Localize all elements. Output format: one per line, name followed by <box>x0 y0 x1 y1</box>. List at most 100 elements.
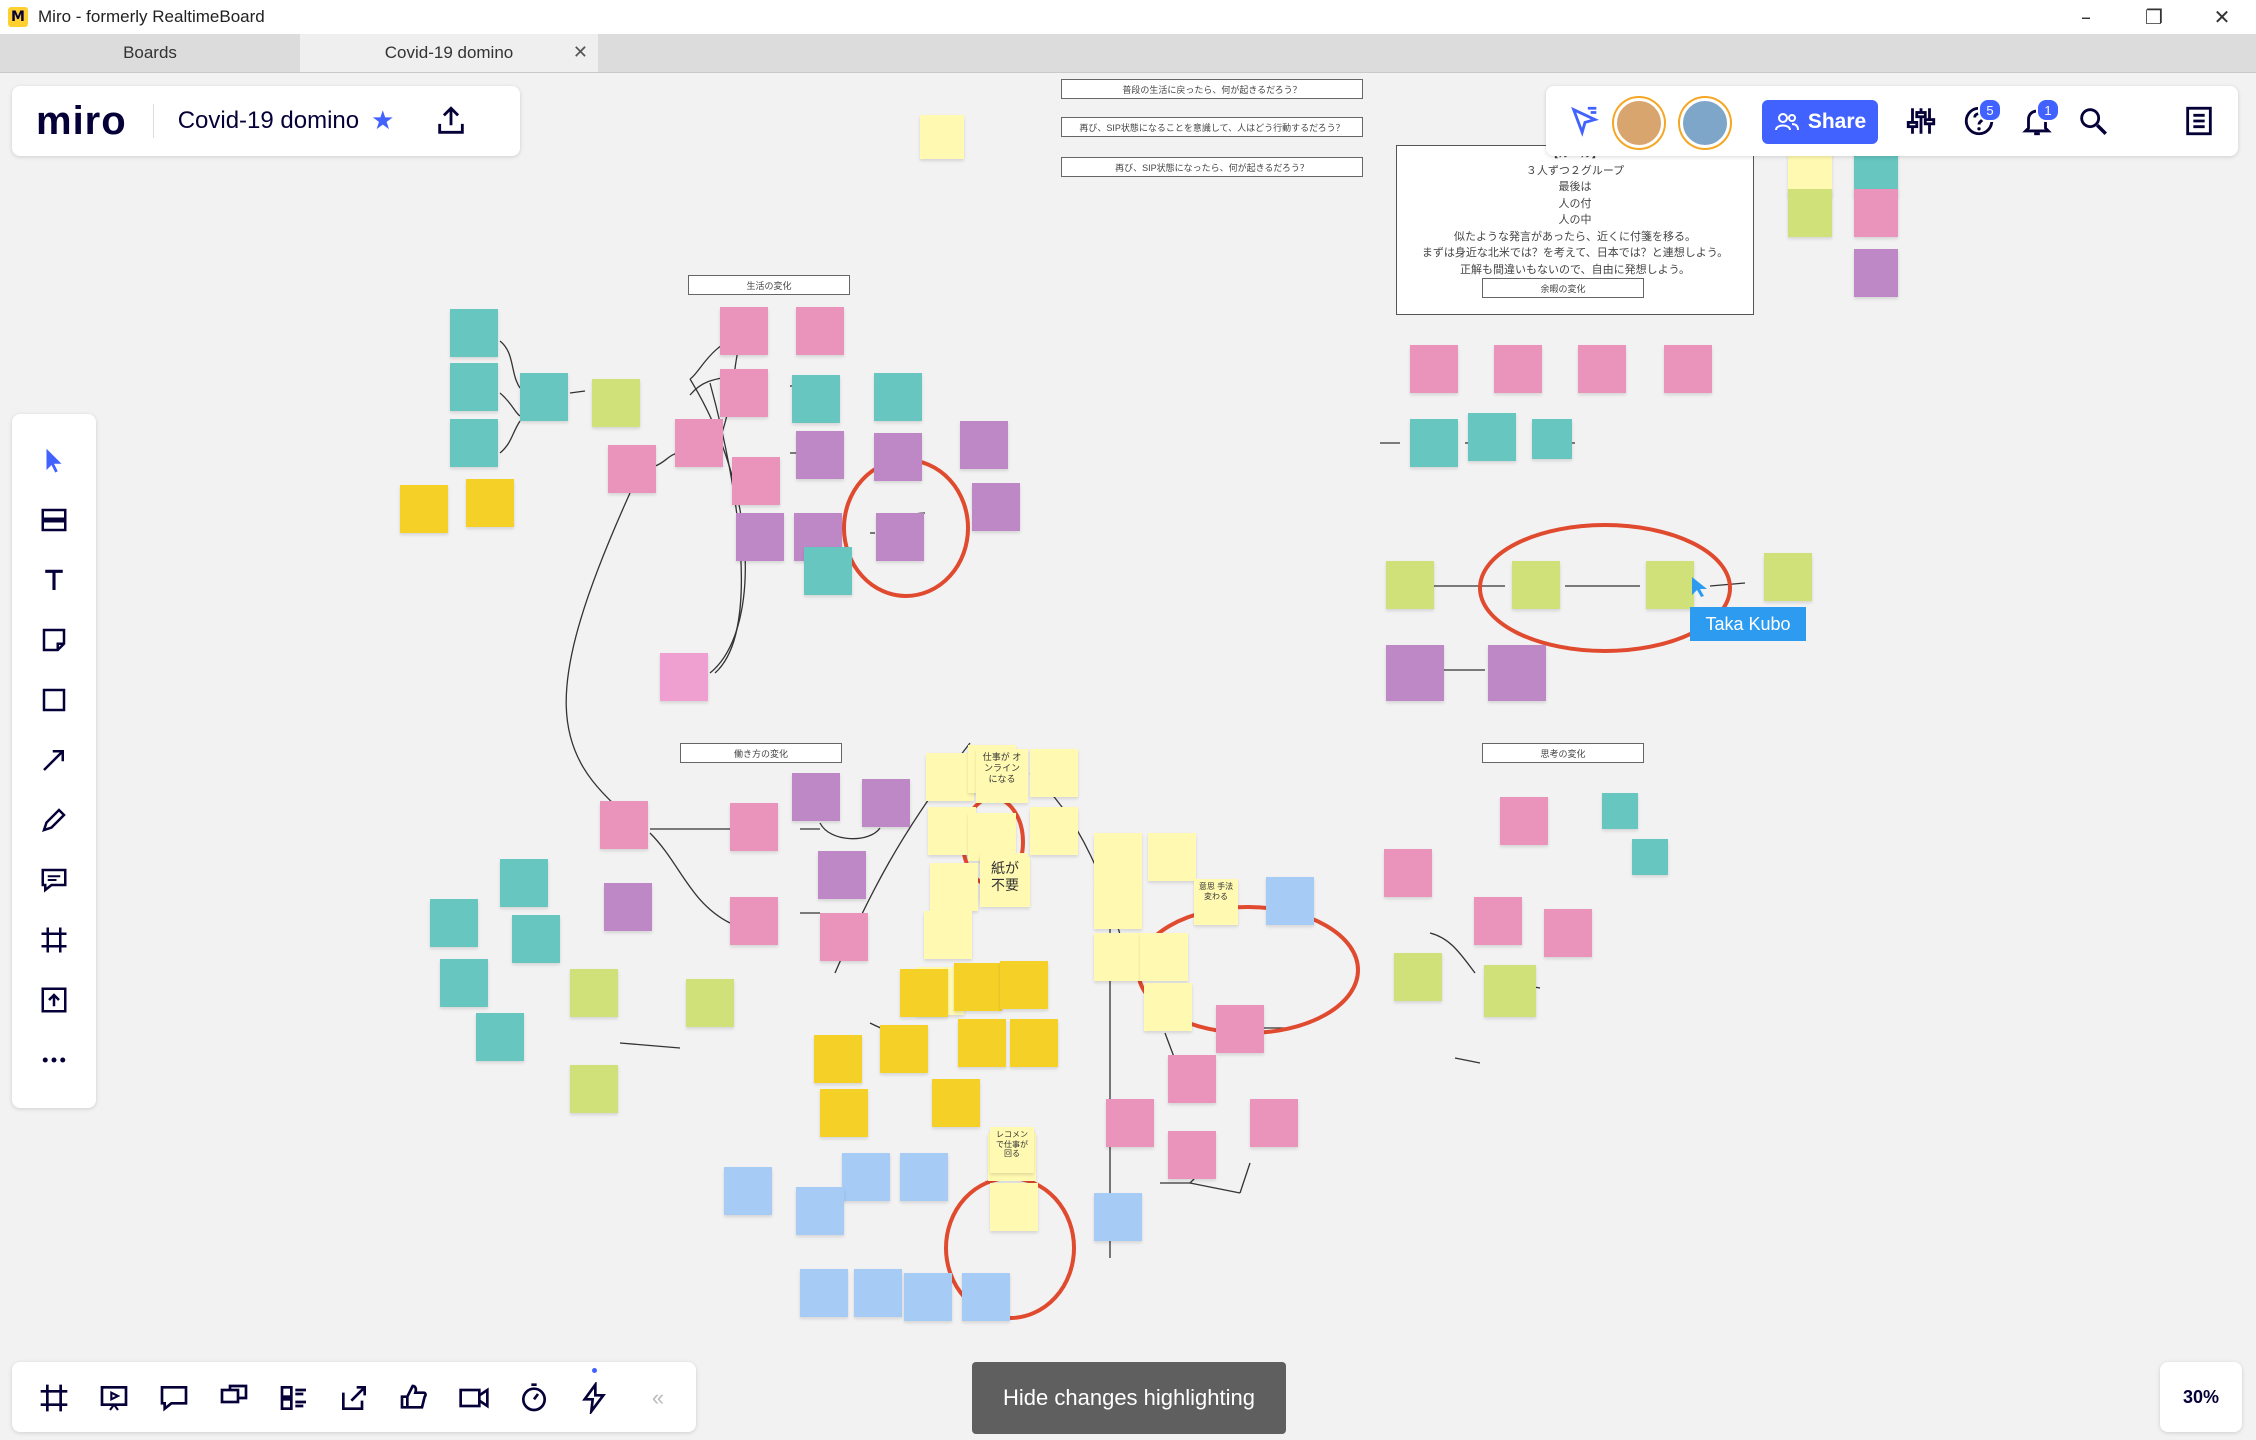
sticky-note[interactable] <box>900 969 948 1017</box>
sticky-note[interactable] <box>842 1153 890 1201</box>
voting-button[interactable] <box>396 1380 432 1416</box>
sticky-note[interactable] <box>958 1019 1006 1067</box>
shape-tool[interactable] <box>32 678 76 722</box>
sticky-note[interactable] <box>1484 965 1536 1017</box>
help-button[interactable]: 5 <box>1962 98 2002 138</box>
sticky-note-tool[interactable] <box>32 618 76 662</box>
sticky-note[interactable] <box>1266 877 1314 925</box>
sticky-note[interactable] <box>1410 345 1458 393</box>
top-label-3[interactable]: 再び、SIP状態になったら、何が起きるだろう？ <box>1061 157 1363 177</box>
sticky-note[interactable] <box>792 375 840 423</box>
sticky-note[interactable] <box>724 1167 772 1215</box>
sticky-note[interactable] <box>1106 1099 1154 1147</box>
sticky-note[interactable] <box>900 1153 948 1201</box>
video-call-button[interactable] <box>456 1380 492 1416</box>
sticky-note[interactable] <box>1168 1131 1216 1179</box>
sticky-note[interactable] <box>686 979 734 1027</box>
sticky-note[interactable] <box>450 363 498 411</box>
sticky-note[interactable] <box>1532 419 1572 459</box>
settings-sliders-icon[interactable] <box>1904 104 1938 138</box>
text-tool[interactable] <box>32 558 76 602</box>
sticky-note[interactable] <box>430 899 478 947</box>
sticky-note[interactable] <box>500 859 548 907</box>
sticky-note[interactable] <box>854 1269 902 1317</box>
more-tools[interactable] <box>32 1038 76 1082</box>
sticky-note[interactable] <box>1494 345 1542 393</box>
sticky-note[interactable] <box>796 307 844 355</box>
sticky-note[interactable] <box>804 547 852 595</box>
sticky-note[interactable] <box>720 307 768 355</box>
hide-changes-button[interactable]: Hide changes highlighting <box>972 1362 1286 1434</box>
sticky-note[interactable] <box>592 379 640 427</box>
sticky-note[interactable] <box>1500 797 1548 845</box>
notifications-button[interactable]: 1 <box>2020 98 2060 138</box>
sticky-note[interactable] <box>792 773 840 821</box>
sticky-note[interactable] <box>1144 983 1192 1031</box>
note-paperless[interactable]: 紙が 不要 <box>980 857 1030 907</box>
sticky-note[interactable] <box>1140 933 1188 981</box>
restore-button[interactable]: ❐ <box>2120 0 2188 34</box>
board-menu-icon[interactable] <box>2182 104 2216 138</box>
sticky-note[interactable] <box>1488 645 1546 701</box>
sticky-note[interactable] <box>924 911 972 959</box>
board-canvas[interactable]: 普段の生活に戻ったら、何が起きるだろう？ 再び、SIP状態になることを意識して、… <box>0 73 2256 1440</box>
sticky-note[interactable] <box>570 1065 618 1113</box>
top-label-1[interactable]: 普段の生活に戻ったら、何が起きるだろう？ <box>1061 79 1363 99</box>
board-name[interactable]: Covid-19 domino <box>178 107 359 135</box>
sticky-note[interactable] <box>1788 189 1832 237</box>
sticky-note[interactable] <box>1386 645 1444 701</box>
sticky-note[interactable] <box>1602 793 1638 829</box>
sticky-note[interactable] <box>1512 561 1560 609</box>
close-window-button[interactable]: ✕ <box>2188 0 2256 34</box>
note-recommend[interactable]: レコメン で仕事が 回る <box>990 1127 1034 1173</box>
sticky-note[interactable] <box>1410 419 1458 467</box>
sticky-note[interactable] <box>1148 833 1196 881</box>
connector-tool[interactable] <box>32 738 76 782</box>
miro-logo[interactable]: miro <box>36 99 127 144</box>
pen-tool[interactable] <box>32 798 76 842</box>
sticky-note[interactable] <box>818 851 866 899</box>
sticky-note[interactable] <box>440 959 488 1007</box>
sticky-note[interactable] <box>600 801 648 849</box>
sticky-note[interactable] <box>926 753 974 801</box>
sticky-note[interactable] <box>1030 749 1078 797</box>
sticky-note[interactable] <box>1250 1099 1298 1147</box>
sticky-note[interactable] <box>1578 345 1626 393</box>
cards-button[interactable] <box>276 1380 312 1416</box>
frames-button[interactable] <box>36 1380 72 1416</box>
sticky-note[interactable] <box>820 913 868 961</box>
sticky-note[interactable] <box>512 915 560 963</box>
avatar[interactable] <box>1614 98 1664 148</box>
sticky-note[interactable] <box>604 883 652 931</box>
sticky-note[interactable] <box>1664 345 1712 393</box>
sticky-note[interactable] <box>1168 1055 1216 1103</box>
sticky-note[interactable] <box>1094 933 1142 981</box>
star-icon[interactable]: ★ <box>371 106 394 136</box>
sticky-note[interactable] <box>675 419 723 467</box>
sticky-note[interactable] <box>962 1273 1010 1321</box>
sticky-note[interactable] <box>920 115 964 159</box>
sticky-note[interactable] <box>736 513 784 561</box>
sticky-note[interactable] <box>874 373 922 421</box>
sticky-note[interactable] <box>1386 561 1434 609</box>
sticky-note[interactable] <box>1394 953 1442 1001</box>
activity-button[interactable] <box>576 1368 612 1416</box>
export-icon[interactable] <box>434 104 468 138</box>
templates-tool[interactable] <box>32 498 76 542</box>
sticky-note[interactable] <box>1764 553 1812 601</box>
sticky-note[interactable] <box>1000 961 1048 1009</box>
sticky-note[interactable] <box>1544 909 1592 957</box>
comments-button[interactable] <box>156 1380 192 1416</box>
sticky-note[interactable] <box>1216 1005 1264 1053</box>
section-label-thinking[interactable]: 思考の変化 <box>1482 743 1644 763</box>
sticky-note[interactable] <box>476 1013 524 1061</box>
avatar[interactable] <box>1680 98 1730 148</box>
section-label-leisure[interactable]: 余暇の変化 <box>1482 278 1644 298</box>
sticky-note[interactable] <box>608 445 656 493</box>
sticky-note[interactable] <box>972 483 1020 531</box>
comment-tool[interactable] <box>32 858 76 902</box>
search-icon[interactable] <box>2076 104 2110 138</box>
share-screen-button[interactable] <box>336 1380 372 1416</box>
minimize-button[interactable]: – <box>2052 0 2120 34</box>
top-label-2[interactable]: 再び、SIP状態になることを意識して、人はどう行動するだろう？ <box>1061 117 1363 137</box>
